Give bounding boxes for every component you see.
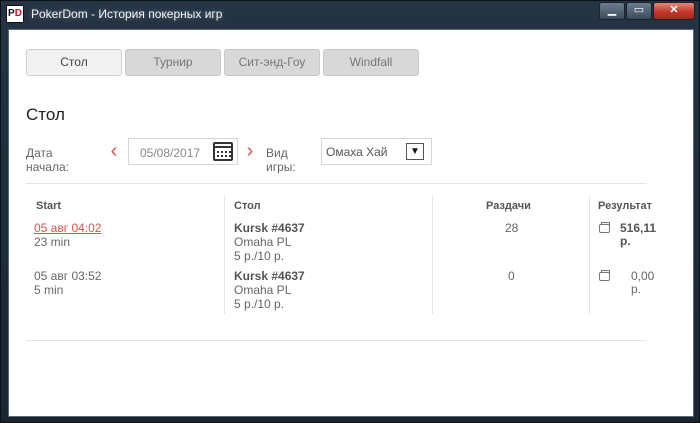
divider (26, 183, 647, 184)
column-header-hands: Раздачи (486, 200, 531, 212)
calendar-icon[interactable] (213, 142, 233, 161)
app-window: PD PokerDom - История покерных игр ▁ ▭ ✕… (0, 0, 700, 423)
wallet-icon (599, 222, 610, 233)
page-title: Стол (26, 105, 65, 124)
date-field[interactable]: 05/08/2017 (128, 138, 238, 165)
maximize-button[interactable]: ▭ (626, 2, 652, 20)
start-link[interactable]: 05 авг 04:02 (34, 222, 101, 235)
duration: 5 min (34, 283, 64, 297)
chevron-down-icon[interactable]: ▼ (406, 143, 424, 160)
minimize-button[interactable]: ▁ (599, 2, 625, 20)
column-divider (432, 196, 433, 314)
stakes: 5 р./10 р. (234, 297, 285, 311)
column-header-table: Стол (234, 200, 261, 212)
table-name: Kursk #4637 (234, 269, 305, 283)
window-title: PokerDom - История покерных игр (31, 7, 223, 21)
stakes: 5 р./10 р. (234, 249, 285, 263)
game-type-value: Омаха Хай (326, 145, 388, 159)
result-amount: 516,11 р. (620, 221, 657, 248)
result-amount: 0,00 р. (631, 269, 655, 296)
date-label: Дата начала: (26, 146, 69, 174)
tab-windfall[interactable]: Windfall (323, 49, 419, 76)
hands-count: 28 (505, 221, 519, 235)
game-variant: Omaha PL (234, 283, 292, 297)
tab-table[interactable]: Стол (26, 49, 122, 76)
tab-tournament[interactable]: Турнир (125, 49, 221, 76)
game-type-label: Вид игры: (266, 146, 296, 174)
duration: 23 min (34, 235, 71, 249)
game-type-select[interactable]: Омаха Хай ▼ (321, 138, 432, 165)
title-bar[interactable]: PD PokerDom - История покерных игр ▁ ▭ ✕ (1, 1, 700, 27)
chevron-right-icon[interactable]: › (242, 141, 258, 163)
app-logo-icon: PD (6, 5, 24, 23)
start-time[interactable]: 05 авг 03:52 (34, 270, 101, 283)
game-variant: Omaha PL (234, 235, 292, 249)
column-divider (224, 196, 225, 314)
column-header-result: Результат (598, 200, 653, 212)
tab-sit-and-go[interactable]: Сит-энд-Гоу (224, 49, 320, 76)
hands-count: 0 (508, 269, 515, 283)
column-divider (589, 196, 590, 314)
wallet-icon (599, 270, 610, 281)
main-panel: Стол Турнир Сит-энд-Гоу Windfall Стол Да… (8, 29, 694, 417)
game-type-tabs: Стол Турнир Сит-энд-Гоу Windfall (26, 49, 422, 76)
column-header-start: Start (36, 200, 62, 212)
date-value: 05/08/2017 (140, 146, 201, 160)
close-button[interactable]: ✕ (653, 2, 695, 20)
divider (26, 340, 647, 341)
chevron-left-icon[interactable]: ‹ (106, 141, 122, 163)
table-name: Kursk #4637 (234, 221, 305, 235)
